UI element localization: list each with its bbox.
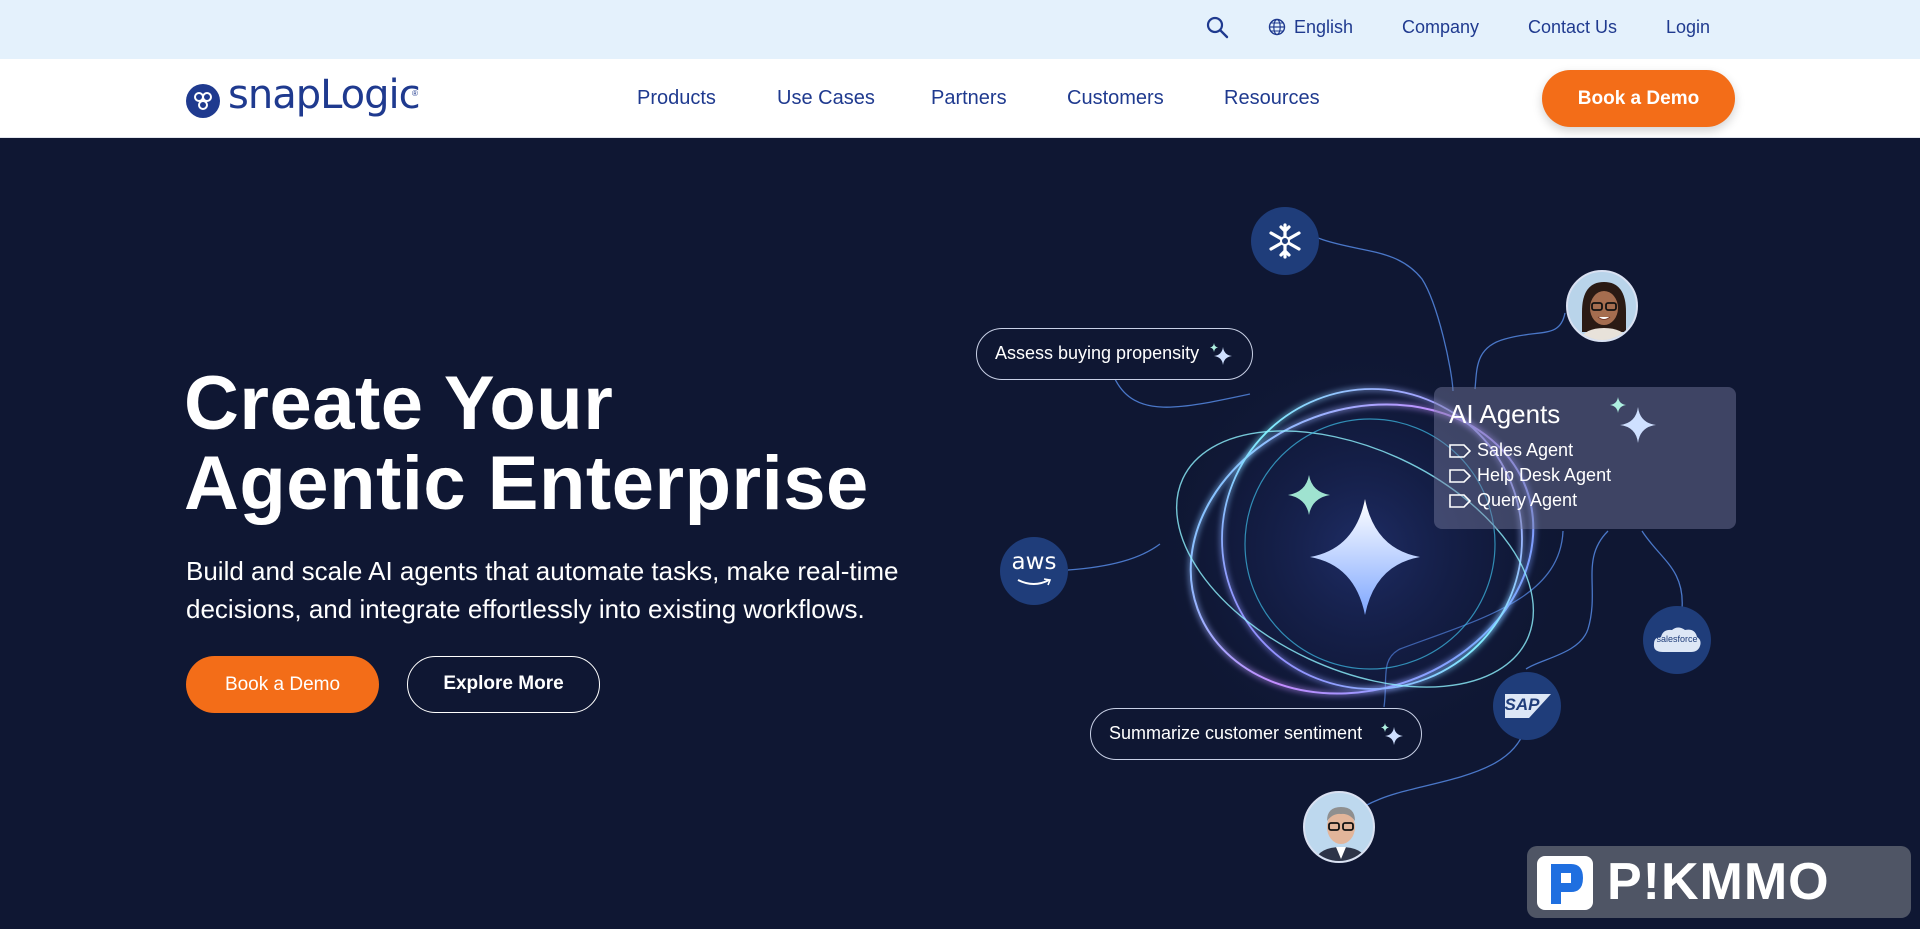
watermark-badge: P!KMMO	[1527, 846, 1911, 918]
nav-partners[interactable]: Partners	[931, 85, 1007, 111]
utility-link-login[interactable]: Login	[1666, 14, 1710, 40]
nav-customers[interactable]: Customers	[1067, 85, 1164, 111]
tag-icon	[1449, 444, 1471, 459]
book-demo-nav-button[interactable]: Book a Demo	[1542, 70, 1735, 127]
agent-row-sales: Sales Agent	[1449, 439, 1573, 461]
hero-subtitle-line2: decisions, and integrate effortlessly in…	[186, 594, 865, 624]
globe-icon[interactable]	[1268, 18, 1286, 36]
sap-logo-text: SAP	[1504, 695, 1540, 714]
agent-query-label: Query Agent	[1477, 490, 1578, 510]
hero-subtitle-line1: Build and scale AI agents that automate …	[186, 556, 899, 586]
logo[interactable]: snapLogic ®	[184, 69, 424, 127]
utility-link-company[interactable]: Company	[1402, 14, 1479, 40]
snowflake-logo-icon	[1251, 207, 1319, 275]
utility-link-contact[interactable]: Contact Us	[1528, 14, 1617, 40]
pill-summarize-sentiment: Summarize customer sentiment	[1090, 708, 1422, 760]
connector-lines	[1067, 220, 1683, 830]
hero-section: Create Your Agentic Enterprise Build and…	[0, 139, 1920, 929]
nav-resources[interactable]: Resources	[1224, 85, 1320, 111]
utility-bar: English Company Contact Us Login	[0, 0, 1920, 59]
hero-title: Create Your Agentic Enterprise	[184, 364, 869, 524]
hero-subtitle: Build and scale AI agents that automate …	[186, 552, 899, 628]
watermark-text: P!KMMO	[1607, 853, 1830, 911]
sparkle-icon	[1381, 723, 1403, 745]
salesforce-logo-icon: salesforce	[1643, 606, 1711, 674]
tag-icon	[1449, 494, 1471, 509]
search-icon[interactable]	[1205, 15, 1229, 39]
sparkle-icon	[1210, 343, 1232, 365]
logo-text: snapLogic	[228, 72, 421, 118]
ai-agents-title: AI Agents	[1449, 399, 1561, 429]
nav-use-cases[interactable]: Use Cases	[777, 85, 875, 111]
sap-logo-icon: SAP	[1493, 672, 1561, 740]
sparkle-icon	[1610, 397, 1656, 443]
pill-assess-buying-label: Assess buying propensity	[995, 343, 1200, 363]
agent-row-help-desk: Help Desk Agent	[1449, 464, 1611, 486]
watermark-logo-icon	[1537, 856, 1593, 910]
nav-products[interactable]: Products	[637, 85, 716, 111]
agent-sales-label: Sales Agent	[1477, 440, 1574, 460]
logo-mark-icon	[186, 84, 220, 118]
salesforce-logo-text: salesforce	[1656, 634, 1698, 644]
avatar-man	[1303, 791, 1375, 863]
book-demo-hero-button[interactable]: Book a Demo	[186, 656, 379, 713]
main-nav: snapLogic ® Products Use Cases Partners …	[0, 59, 1920, 138]
language-selector[interactable]: English	[1294, 14, 1353, 40]
aws-logo-text: aws	[1011, 549, 1057, 575]
agent-row-query: Query Agent	[1449, 489, 1577, 511]
tag-icon	[1449, 469, 1471, 484]
explore-more-button[interactable]: Explore More	[407, 656, 600, 713]
hero-title-line2: Agentic Enterprise	[184, 441, 869, 526]
logo-registered-mark: ®	[412, 89, 418, 98]
avatar-woman	[1566, 270, 1638, 342]
agent-help-desk-label: Help Desk Agent	[1477, 465, 1612, 485]
pill-summarize-sentiment-label: Summarize customer sentiment	[1109, 723, 1363, 743]
hero-illustration: Assess buying propensity Summarize custo…	[960, 139, 1920, 929]
aws-logo-icon: aws	[1000, 537, 1068, 605]
hero-title-line1: Create Your	[184, 361, 614, 446]
ai-agents-card: AI Agents Sales Agent Help Desk Agent Qu…	[1434, 387, 1736, 529]
